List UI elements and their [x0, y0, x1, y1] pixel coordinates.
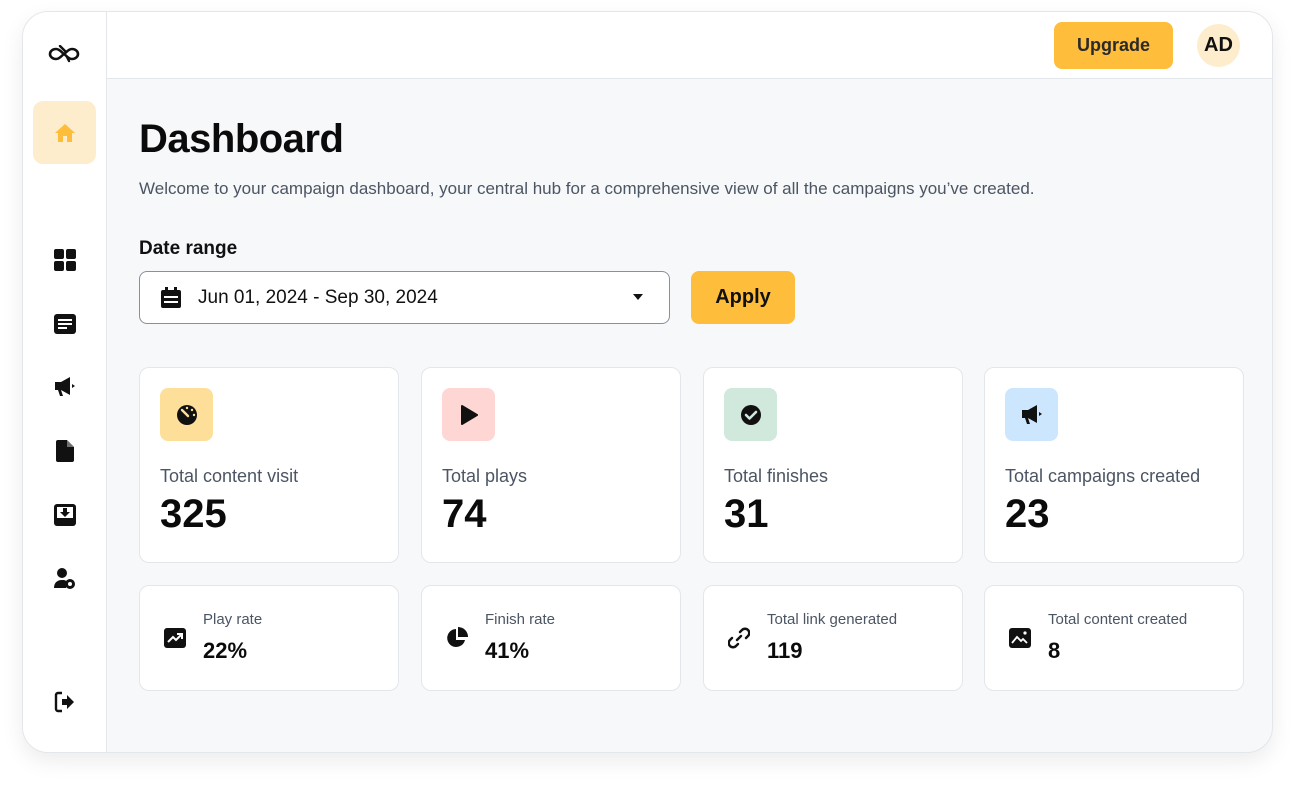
logout-button[interactable]	[43, 680, 87, 724]
home-icon	[54, 123, 75, 142]
rate-value: 41%	[485, 638, 530, 663]
file-icon	[56, 440, 74, 462]
app-window: Upgrade AD Dashboard Welcome to your cam…	[22, 11, 1273, 753]
date-range-select[interactable]: Jun 01, 2024 - Sep 30, 2024	[139, 271, 670, 324]
stat-card-finishes: Total finishes 31	[703, 367, 963, 563]
stat-label: Total finishes	[724, 466, 829, 486]
link-icon	[727, 626, 751, 650]
date-range-label: Date range	[139, 238, 238, 259]
trending-up-icon	[163, 626, 187, 650]
icon-box	[442, 388, 495, 441]
play-icon	[460, 404, 478, 425]
upgrade-button[interactable]: Upgrade	[1054, 22, 1173, 69]
rate-label: Total link generated	[767, 611, 898, 628]
top-bar: Upgrade AD	[107, 12, 1272, 79]
infinity-logo-icon[interactable]	[45, 42, 83, 66]
user-gear-icon	[54, 568, 75, 589]
icon-box	[724, 388, 777, 441]
rate-card-finish-rate: Finish rate 41%	[421, 585, 681, 691]
rate-card-content-created: Total content created 8	[984, 585, 1244, 691]
article-icon	[54, 314, 76, 334]
stat-value: 325	[160, 492, 227, 536]
page-title: Dashboard	[139, 117, 344, 161]
sidebar-item-campaigns[interactable]	[43, 365, 87, 409]
rate-label: Total content created	[1048, 611, 1188, 628]
sidebar-item-user-settings[interactable]	[43, 557, 87, 601]
rate-card-links: Total link generated 119	[703, 585, 963, 691]
avatar[interactable]: AD	[1197, 24, 1240, 67]
sidebar-item-dashboard[interactable]	[43, 238, 87, 282]
rate-label: Finish rate	[485, 611, 556, 628]
gauge-icon	[176, 404, 197, 425]
megaphone-icon	[55, 377, 75, 396]
sidebar-item-home[interactable]	[33, 101, 96, 164]
stat-label: Total plays	[442, 466, 528, 486]
inbox-download-icon	[54, 504, 76, 526]
rate-value: 22%	[203, 638, 248, 663]
sidebar-item-content[interactable]	[43, 302, 87, 346]
icon-box	[160, 388, 213, 441]
date-range-value: Jun 01, 2024 - Sep 30, 2024	[198, 286, 438, 308]
check-circle-icon	[740, 404, 761, 425]
main-content: Dashboard Welcome to your campaign dashb…	[107, 79, 1272, 752]
sidebar	[23, 12, 107, 752]
rate-value: 8	[1048, 638, 1061, 663]
rate-card-play-rate: Play rate 22%	[139, 585, 399, 691]
grid-icon	[54, 249, 76, 271]
chevron-down-icon	[633, 294, 643, 300]
stat-card-campaigns: Total campaigns created 23	[984, 367, 1244, 563]
apply-button[interactable]: Apply	[691, 271, 795, 324]
rate-value: 119	[767, 638, 803, 663]
stat-value: 74	[442, 492, 487, 536]
stat-label: Total content visit	[160, 466, 299, 486]
icon-box	[1005, 388, 1058, 441]
stat-card-plays: Total plays 74	[421, 367, 681, 563]
sidebar-item-documents[interactable]	[43, 429, 87, 473]
stat-value: 23	[1005, 492, 1050, 536]
stat-value: 31	[724, 492, 769, 536]
stat-card-content-visit: Total content visit 325	[139, 367, 399, 563]
logout-icon	[54, 691, 74, 713]
rate-label: Play rate	[203, 611, 263, 628]
megaphone-icon	[1021, 404, 1042, 424]
stat-label: Total campaigns created	[1005, 466, 1201, 486]
image-icon	[1008, 626, 1032, 650]
pie-chart-icon	[445, 626, 469, 650]
sidebar-item-downloads[interactable]	[43, 493, 87, 537]
calendar-icon	[160, 286, 182, 309]
page-description: Welcome to your campaign dashboard, your…	[139, 179, 1035, 198]
